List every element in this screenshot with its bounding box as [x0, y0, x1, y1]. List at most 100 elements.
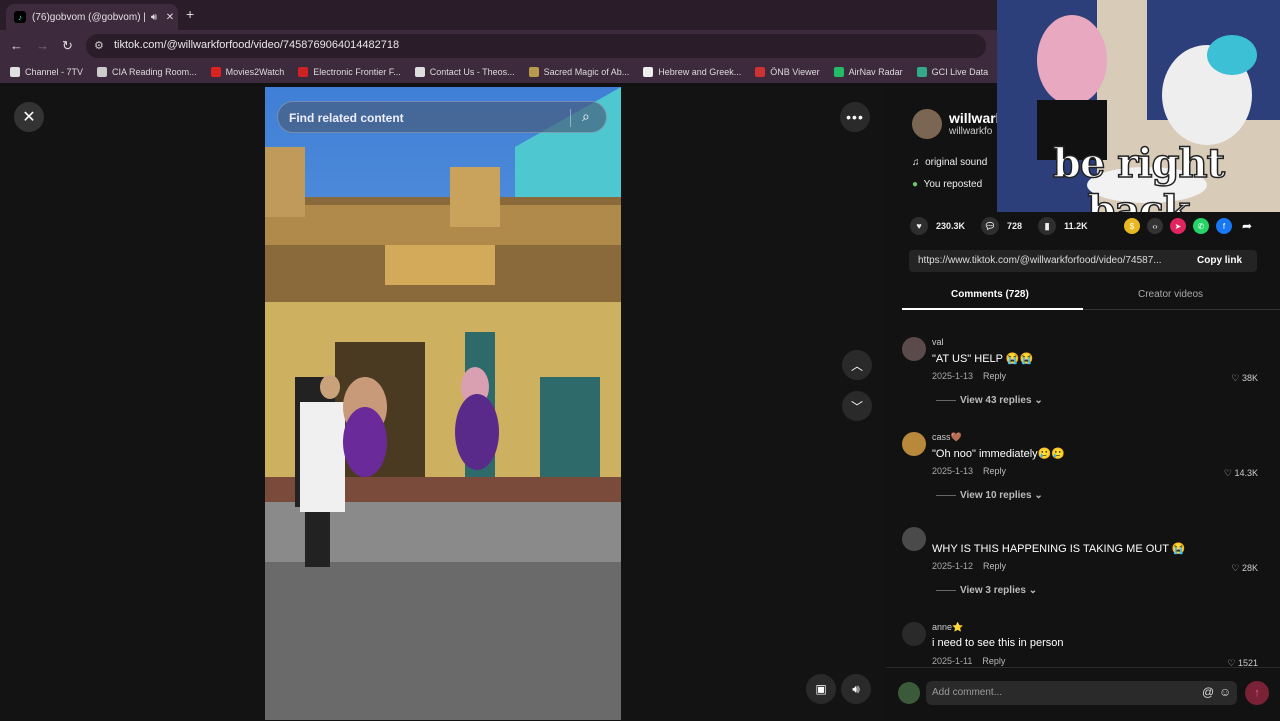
view-replies-button[interactable]: View 3 replies ⌄ [936, 585, 1037, 596]
sound-link[interactable]: ♫ original sound [912, 157, 987, 168]
bookmark-item[interactable]: Hebrew and Greek... [643, 67, 741, 77]
comment-like-count: 28K [1241, 563, 1258, 573]
reply-button[interactable]: Reply [983, 371, 1006, 381]
previous-video-button[interactable]: ︿ [842, 350, 872, 380]
forward-icon[interactable]: → [36, 38, 49, 53]
share-arrow-icon[interactable]: ➦ [1239, 218, 1255, 234]
bookmark-item[interactable]: ÖNB Viewer [755, 67, 820, 77]
bookmark-item[interactable]: Movies2Watch [210, 67, 284, 77]
reply-button[interactable]: Reply [983, 561, 1006, 571]
comment-meta: 2025-1-11 Reply [932, 656, 1005, 666]
bookmark-favicon-icon [298, 67, 309, 77]
engagement-stats: ♥ 230.3K 💬︎ 728 ▮ 11.2K [910, 217, 1104, 235]
bookmark-favicon-icon [755, 67, 766, 77]
brb-overlay: be right back [997, 0, 1280, 212]
author-handle[interactable]: willwarkfo [949, 126, 992, 137]
site-settings-icon[interactable]: ⚙ [94, 39, 104, 52]
copy-link-button[interactable]: Copy link [1197, 255, 1242, 266]
copy-link-row: https://www.tiktok.com/@willwarkforfood/… [909, 250, 1257, 272]
bookmark-label: Contact Us - Theos... [429, 67, 515, 77]
bookmark-item[interactable]: Sacred Magic of Ab... [528, 67, 629, 77]
commenter-name[interactable]: anne⭐ [932, 622, 963, 633]
coin-icon[interactable]: $ [1124, 218, 1140, 234]
more-icon: ••• [846, 109, 864, 125]
tab-comments[interactable]: Comments (728) [951, 289, 1029, 300]
comment-composer: Add comment... @ ☺ ↑ [886, 667, 1280, 721]
embed-icon[interactable]: ‹› [1147, 218, 1163, 234]
bookmark-label: GCI Live Data [931, 67, 989, 77]
bookmark-label: Hebrew and Greek... [658, 67, 742, 77]
commenter-avatar[interactable] [902, 432, 926, 456]
close-video-button[interactable]: ✕ [14, 102, 44, 132]
chevron-up-icon: ︿ [850, 358, 863, 373]
author-name[interactable]: willwark [949, 110, 1003, 126]
browser-tab[interactable]: ♪ (76)gobvom (@gobvom) | 🔊︎ ✕ [6, 4, 178, 30]
comment-like-button[interactable]: ♡ 14.3K [1224, 468, 1258, 479]
comment-text: "AT US" HELP 😭😭 [932, 353, 1034, 365]
comment-button[interactable]: 💬︎ 728 [981, 217, 1022, 235]
tab-close-button[interactable]: ✕ [162, 12, 178, 23]
author-avatar[interactable] [912, 109, 942, 139]
current-user-avatar [898, 682, 920, 704]
comment-meta: 2025-1-13 Reply [932, 466, 1006, 476]
view-replies-button[interactable]: View 10 replies ⌄ [936, 490, 1043, 501]
bookmark-favicon-icon [97, 67, 108, 77]
volume-button[interactable]: 🔊︎ [841, 674, 871, 704]
reload-icon[interactable]: ↻ [62, 38, 73, 54]
chevron-down-icon: ﹀ [850, 399, 863, 414]
comment-text: WHY IS THIS HAPPENING IS TAKING ME OUT 😭 [932, 543, 1186, 555]
next-video-button[interactable]: ﹀ [842, 391, 872, 421]
pip-button[interactable]: ▣ [806, 674, 836, 704]
bookmark-item[interactable]: GCI Live Data [916, 67, 989, 77]
brb-text: be right back [1052, 139, 1226, 212]
send-icon[interactable]: ➤ [1170, 218, 1186, 234]
reposted-label: You reposted [923, 179, 983, 190]
tiktok-icon: ♪ [14, 11, 26, 23]
comment-date: 2025-1-11 [932, 656, 973, 666]
more-options-button[interactable]: ••• [840, 102, 870, 132]
view-replies-button[interactable]: View 43 replies ⌄ [936, 395, 1043, 406]
comment-like-button[interactable]: ♡ 38K [1231, 373, 1258, 384]
new-tab-button[interactable]: + [186, 6, 194, 22]
sound-label: original sound [925, 157, 988, 168]
reply-button[interactable]: Reply [982, 656, 1005, 666]
related-search-box[interactable]: Find related content ⌕ [277, 101, 607, 133]
mention-icon[interactable]: @ [1202, 685, 1214, 699]
share-options: $ ‹› ➤ ✆ f ➦ [1124, 218, 1262, 234]
address-bar[interactable]: ⚙ tiktok.com/@willwarkforfood/video/7458… [86, 34, 986, 58]
bookmark-favicon-icon [528, 67, 539, 77]
favorite-button[interactable]: ▮ 11.2K [1038, 217, 1088, 235]
video-player[interactable]: Find related content ⌕ [265, 87, 621, 720]
view-replies-label: View 3 replies [960, 585, 1026, 596]
post-comment-button[interactable]: ↑ [1245, 681, 1269, 705]
facebook-icon[interactable]: f [1216, 218, 1232, 234]
search-icon[interactable]: ⌕ [582, 108, 590, 125]
commenter-name[interactable]: cass🤎 [932, 432, 962, 443]
bookmark-favicon-icon [210, 67, 221, 77]
video-link[interactable]: https://www.tiktok.com/@willwarkforfood/… [918, 255, 1183, 266]
bookmark-item[interactable]: Channel - 7TV [10, 67, 83, 77]
commenter-avatar[interactable] [902, 622, 926, 646]
replies-divider [936, 590, 956, 591]
add-comment-input[interactable]: Add comment... @ ☺ [926, 681, 1237, 705]
bookmark-item[interactable]: CIA Reading Room... [97, 67, 197, 77]
bookmark-item[interactable]: Contact Us - Theos... [414, 67, 515, 77]
bookmark-item[interactable]: Electronic Frontier F... [298, 67, 401, 77]
like-button[interactable]: ♥ 230.3K [910, 217, 965, 235]
reply-button[interactable]: Reply [983, 466, 1006, 476]
commenter-avatar[interactable] [902, 527, 926, 551]
back-icon[interactable]: ← [10, 38, 23, 53]
commenter-avatar[interactable] [902, 337, 926, 361]
emoji-icon[interactable]: ☺ [1219, 685, 1231, 699]
whatsapp-icon[interactable]: ✆ [1193, 218, 1209, 234]
speaker-icon[interactable]: 🔊︎ [146, 12, 162, 23]
chevron-down-icon: ⌄ [1034, 490, 1043, 501]
pip-icon: ▣ [815, 682, 827, 696]
bookmark-label: CIA Reading Room... [112, 67, 197, 77]
tab-creator-videos[interactable]: Creator videos [1138, 289, 1203, 300]
bookmark-item[interactable]: AirNav Radar [833, 67, 903, 77]
comment-like-count: 14.3K [1234, 468, 1258, 478]
comment-like-button[interactable]: ♡ 28K [1231, 563, 1258, 574]
commenter-name[interactable]: val [932, 337, 944, 347]
bookmark-favicon-icon [414, 67, 425, 77]
